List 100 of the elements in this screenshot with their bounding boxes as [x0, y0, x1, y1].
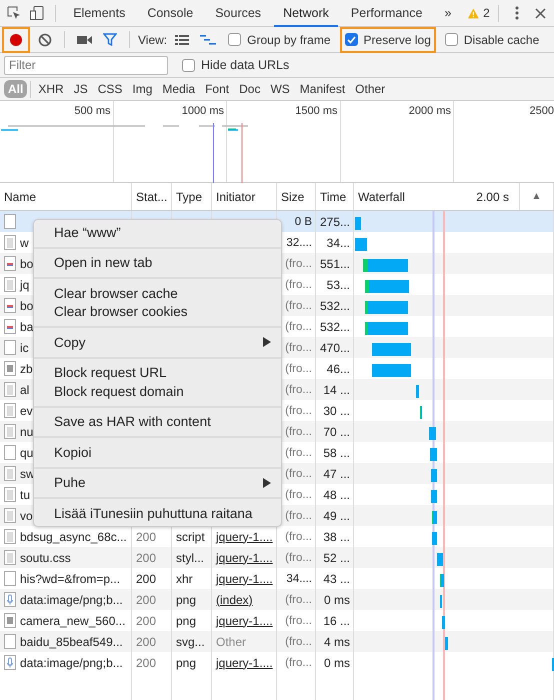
timeline-tick: 2500: [530, 105, 554, 119]
menu-item[interactable]: Clear browser cookies: [34, 302, 281, 321]
request-size: (fro...: [285, 320, 312, 332]
menu-item[interactable]: Save as HAR with content: [34, 412, 281, 431]
request-name[interactable]: jq: [20, 278, 30, 292]
request-name[interactable]: camera_new_560...: [20, 614, 126, 628]
request-time: 53...: [326, 278, 350, 292]
initiator-link[interactable]: jquery-1....: [216, 656, 273, 670]
file-icon: [4, 445, 16, 460]
initiator-link[interactable]: (index): [216, 592, 253, 606]
file-icon: [4, 256, 16, 271]
request-name[interactable]: w: [20, 236, 29, 250]
file-icon: [4, 277, 16, 292]
initiator-link[interactable]: jquery-1....: [216, 530, 273, 544]
waterfall-bar: [437, 553, 443, 566]
initiator-link[interactable]: jquery-1....: [216, 550, 273, 564]
type-filter-button[interactable]: Doc: [235, 80, 264, 98]
request-name[interactable]: vo: [20, 508, 33, 522]
panel-tab[interactable]: Performance: [342, 0, 432, 26]
request-time: 49 ...: [323, 508, 350, 522]
initiator-link[interactable]: jquery-1....: [216, 614, 273, 628]
more-tabs-button[interactable]: »: [435, 0, 460, 26]
checkbox[interactable]: [344, 33, 358, 46]
request-size: (fro...: [285, 656, 312, 668]
menu-item[interactable]: Lisää iTunesiin puhuttuna raitana: [34, 504, 281, 522]
column-header[interactable]: Stat...: [136, 190, 168, 204]
type-filter-button[interactable]: Other: [351, 80, 390, 98]
request-name[interactable]: nu: [20, 424, 34, 438]
file-icon: [4, 571, 16, 586]
request-size: (fro...: [285, 362, 312, 374]
warning-icon: [468, 8, 480, 18]
type-filter-button[interactable]: XHR: [34, 80, 68, 98]
panel-tab[interactable]: Console: [138, 0, 202, 26]
waterfall-bar: [442, 616, 445, 629]
file-icon: [4, 319, 16, 334]
request-name[interactable]: ic: [20, 340, 29, 354]
column-header[interactable]: Type: [176, 190, 202, 204]
file-icon: [4, 340, 16, 355]
checkbox[interactable]: [444, 33, 458, 46]
request-time: 46...: [326, 362, 350, 376]
checkbox-label: Group by frame: [247, 32, 331, 46]
type-filter-button[interactable]: Font: [201, 80, 234, 98]
menu-item[interactable]: Copy: [34, 333, 281, 352]
type-filter-button[interactable]: WS: [266, 80, 294, 98]
submenu-arrow-icon: [263, 478, 271, 488]
filter-field[interactable]: Filter: [4, 56, 168, 74]
request-name[interactable]: bo: [20, 298, 34, 312]
column-header[interactable]: Size: [281, 190, 304, 204]
request-time: 470...: [320, 340, 350, 354]
checkbox[interactable]: [228, 33, 242, 46]
request-name[interactable]: ba: [20, 320, 34, 334]
record-button[interactable]: [2, 26, 30, 52]
request-time: 0 ms: [324, 592, 350, 606]
waterfall-bar: [372, 364, 411, 377]
request-name[interactable]: zb: [20, 362, 33, 376]
menu-item[interactable]: Block request URL: [34, 364, 281, 382]
waterfall-bar: [355, 217, 361, 230]
menu-item[interactable]: Kopioi: [34, 443, 281, 462]
request-name[interactable]: bo: [20, 256, 34, 270]
request-time: 14 ...: [323, 382, 350, 396]
type-filter-button[interactable]: CSS: [94, 80, 126, 98]
menu-item[interactable]: Clear browser cache: [34, 284, 281, 302]
menu-item[interactable]: Puhe: [34, 474, 281, 492]
initiator-link[interactable]: jquery-1....: [216, 572, 273, 586]
menu-item[interactable]: Open in new tab: [34, 254, 281, 272]
request-time: 47 ...: [323, 466, 350, 480]
request-name[interactable]: baidu_85beaf549...: [20, 634, 123, 648]
request-time: 532...: [320, 320, 350, 334]
menu-item[interactable]: Block request domain: [34, 382, 281, 400]
column-header[interactable]: Time: [320, 190, 346, 204]
column-header[interactable]: Name: [4, 190, 36, 204]
file-icon: [4, 403, 16, 418]
request-type: script: [176, 530, 205, 544]
request-name[interactable]: bdsug_async_68c...: [20, 530, 127, 544]
request-name[interactable]: his?wd=&from=p...: [20, 572, 120, 586]
request-name[interactable]: data:image/png;b...: [20, 656, 123, 670]
waterfall-bar: [355, 238, 367, 251]
request-time: 532...: [320, 298, 350, 312]
request-name[interactable]: al: [20, 382, 30, 396]
menu-item[interactable]: Hae “www”: [34, 223, 281, 242]
request-size: (fro...: [285, 488, 312, 500]
request-name[interactable]: tu: [20, 488, 30, 502]
type-filter-button[interactable]: Manifest: [296, 80, 350, 98]
request-name[interactable]: qu: [20, 446, 34, 460]
request-name[interactable]: ev: [20, 404, 33, 418]
column-header[interactable]: Initiator: [216, 190, 256, 204]
checkbox[interactable]: [182, 58, 195, 72]
request-size: (fro...: [285, 404, 312, 416]
status-code: 200: [136, 656, 156, 670]
type-filter-button[interactable]: Img: [128, 80, 156, 98]
type-filter-button[interactable]: Media: [158, 80, 200, 98]
request-size: (fro...: [285, 342, 312, 354]
panel-tab[interactable]: Elements: [64, 0, 134, 26]
request-name[interactable]: data:image/png;b...: [20, 592, 123, 606]
request-name[interactable]: soutu.css: [20, 550, 71, 564]
column-header[interactable]: Waterfall: [358, 190, 405, 204]
type-filter-button[interactable]: JS: [70, 80, 92, 98]
panel-tab[interactable]: Sources: [206, 0, 270, 26]
request-time: 58 ...: [323, 446, 350, 460]
waterfall-bar: [363, 259, 408, 272]
